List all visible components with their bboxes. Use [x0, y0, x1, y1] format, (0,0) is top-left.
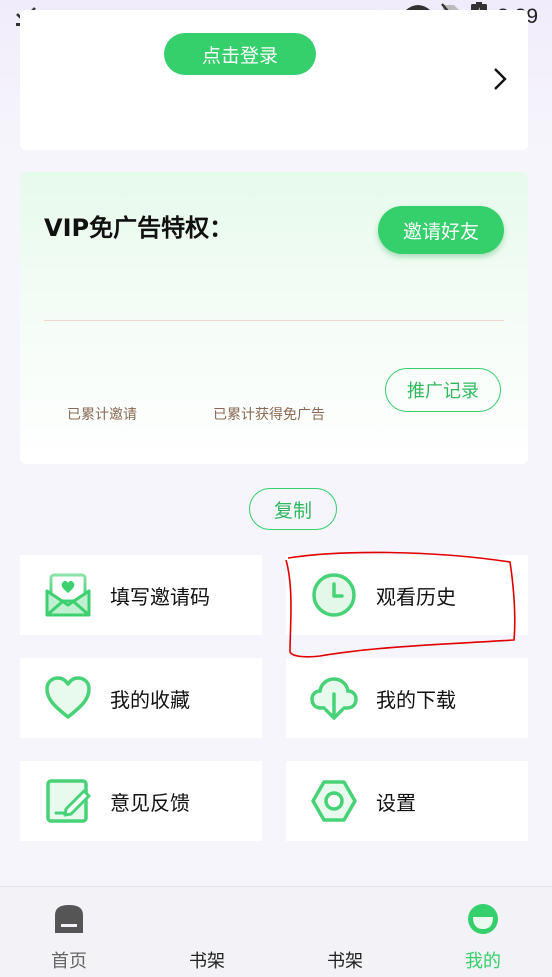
menu-label-feedback: 意见反馈 — [110, 790, 190, 815]
clock-icon — [310, 571, 358, 619]
invite-friends-button[interactable]: 邀请好友 — [378, 206, 504, 254]
login-button[interactable]: 点击登录 — [164, 33, 316, 75]
nav-label-home: 首页 — [51, 951, 87, 972]
hexagon-settings-icon — [310, 777, 358, 825]
menu-item-my-favorites[interactable]: 我的收藏 — [20, 658, 262, 738]
nav-bookshelf-2[interactable]: 书架 — [276, 887, 414, 977]
menu-label-my-downloads: 我的下载 — [376, 687, 456, 712]
menu-item-feedback[interactable]: 意见反馈 — [20, 761, 262, 841]
nav-label-bookshelf-1: 书架 — [189, 951, 225, 972]
nav-mine[interactable]: 我的 — [414, 887, 552, 977]
nav-label-bookshelf-2: 书架 — [327, 951, 363, 972]
menu-item-watch-history[interactable]: 观看历史 — [286, 555, 528, 635]
heart-icon — [44, 674, 92, 722]
stat-adfree-label: 已累计获得免广告 — [213, 407, 325, 423]
vip-title: VIP免广告特权： — [44, 214, 234, 242]
nav-bookshelf-1[interactable]: 书架 — [138, 887, 276, 977]
menu-label-settings: 设置 — [376, 790, 416, 815]
menu-item-settings[interactable]: 设置 — [286, 761, 528, 841]
menu-label-fill-invite-code: 填写邀请码 — [110, 584, 210, 609]
smile-face-icon — [467, 903, 499, 935]
home-icon — [53, 903, 85, 935]
nav-label-mine: 我的 — [465, 951, 501, 972]
divider — [44, 320, 504, 321]
login-card[interactable]: 点击登录 — [20, 10, 528, 150]
chevron-right-icon[interactable] — [490, 66, 510, 92]
invite-envelope-icon — [44, 571, 92, 619]
stat-invited-label: 已累计邀请 — [67, 407, 137, 423]
edit-note-icon — [44, 777, 92, 825]
vip-privilege-card: VIP免广告特权： 邀请好友 推广记录 已累计邀请 已累计获得免广告 — [20, 172, 528, 464]
bottom-navigation: 首页 书架 书架 我的 — [0, 886, 552, 977]
copy-button[interactable]: 复制 — [249, 488, 337, 530]
cloud-download-icon — [310, 674, 358, 722]
menu-item-my-downloads[interactable]: 我的下载 — [286, 658, 528, 738]
menu-label-watch-history: 观看历史 — [376, 584, 456, 609]
menu-item-fill-invite-code[interactable]: 填写邀请码 — [20, 555, 262, 635]
menu-label-my-favorites: 我的收藏 — [110, 687, 190, 712]
nav-home[interactable]: 首页 — [0, 887, 138, 977]
promotion-record-button[interactable]: 推广记录 — [385, 368, 501, 412]
